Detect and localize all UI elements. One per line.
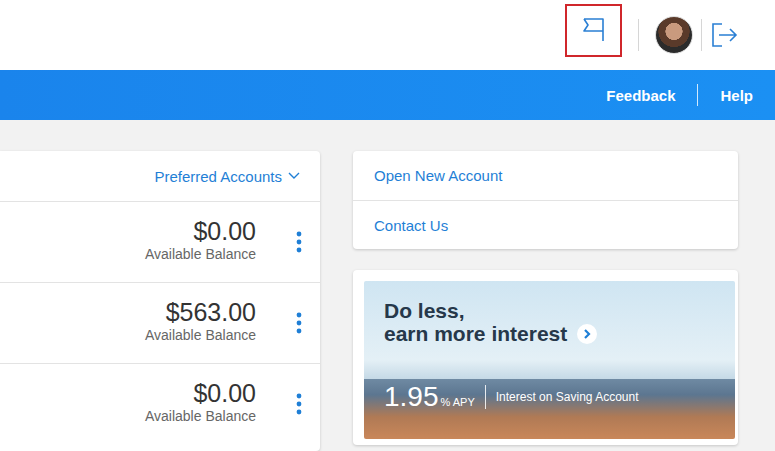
kebab-menu-icon[interactable] xyxy=(296,312,302,334)
quick-link[interactable]: Contact Us xyxy=(353,200,738,249)
chevron-down-icon xyxy=(288,172,300,180)
nav-link[interactable]: Help xyxy=(718,87,755,104)
promo-rate-unit: % APY xyxy=(441,396,475,408)
nav-bar: Feedback Help xyxy=(0,70,775,120)
avatar[interactable] xyxy=(655,16,693,54)
balance-label: Available Balance xyxy=(145,327,256,343)
account-row[interactable]: $0.00Available Balance xyxy=(0,363,320,444)
right-column: Open New AccountContact Us Do less,earn m… xyxy=(353,151,738,451)
accounts-filter[interactable]: Preferred Accounts xyxy=(154,168,300,185)
logout-button[interactable] xyxy=(710,21,738,49)
promo-headline: Do less, xyxy=(384,299,715,322)
promo-card: Do less,earn more interest 1.95% APY Inter… xyxy=(353,270,738,445)
chevron-right-icon xyxy=(582,329,592,339)
header-divider xyxy=(638,19,639,51)
header xyxy=(0,0,775,70)
promo-arrow[interactable] xyxy=(577,324,597,344)
accounts-header: Preferred Accounts xyxy=(0,151,320,201)
kebab-menu-icon[interactable] xyxy=(296,231,302,253)
balance-label: Available Balance xyxy=(145,408,256,424)
balance-amount: $563.00 xyxy=(166,297,256,327)
quick-link[interactable]: Open New Account xyxy=(353,151,738,200)
balance: $0.00Available Balance xyxy=(145,216,256,262)
content: Preferred Accounts$0.00Available Balance… xyxy=(0,120,775,451)
promo-banner[interactable]: Do less,earn more interest 1.95% APY Inter… xyxy=(364,281,735,439)
account-row[interactable]: $563.00Available Balance xyxy=(0,282,320,363)
account-row[interactable]: $0.00Available Balance xyxy=(0,201,320,282)
quick-links-card: Open New AccountContact Us xyxy=(353,151,738,249)
balance-amount: $0.00 xyxy=(193,216,256,246)
promo-rate-row: 1.95% APY Interest on Saving Account xyxy=(384,381,715,413)
accounts-card: Preferred Accounts$0.00Available Balance… xyxy=(0,151,320,451)
balance: $0.00Available Balance xyxy=(145,378,256,424)
kebab-menu-icon[interactable] xyxy=(296,393,302,415)
balance: $563.00Available Balance xyxy=(145,297,256,343)
page: FeedbackHelpPreferred Accounts$0.00Avail… xyxy=(0,0,775,451)
header-divider xyxy=(701,19,702,51)
balance-amount: $0.00 xyxy=(193,378,256,408)
flag-icon xyxy=(581,15,607,45)
flag-button[interactable] xyxy=(565,4,622,57)
promo-divider xyxy=(485,385,486,409)
promo-rate: 1.95 xyxy=(384,381,439,413)
balance-label: Available Balance xyxy=(145,246,256,262)
promo-headline: earn more interest xyxy=(384,322,715,345)
promo-caption: Interest on Saving Account xyxy=(496,390,639,404)
logout-icon xyxy=(710,21,738,49)
nav-link[interactable]: Feedback xyxy=(604,87,677,104)
nav-divider xyxy=(697,84,698,106)
